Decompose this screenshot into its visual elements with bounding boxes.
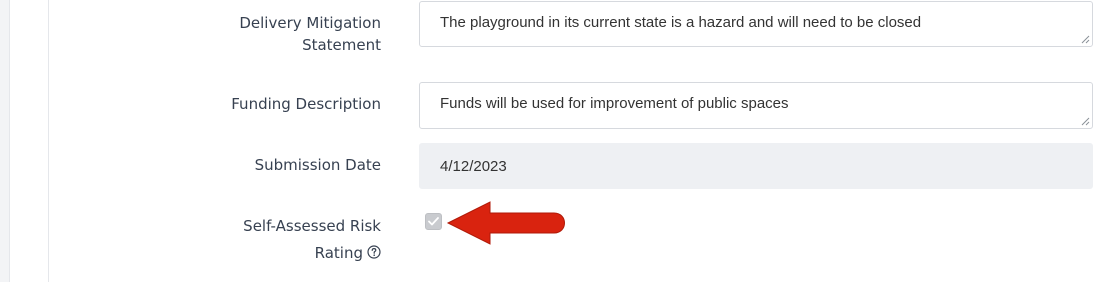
mitigation-label: Delivery Mitigation Statement <box>239 12 381 56</box>
funding-textarea[interactable]: Funds will be used for improvement of pu… <box>419 82 1093 129</box>
card-border <box>48 0 49 282</box>
form-page: Delivery Mitigation Statement The playgr… <box>0 0 1097 282</box>
mitigation-textarea[interactable]: The playground in its current state is a… <box>419 1 1093 47</box>
resize-grip-icon[interactable] <box>1080 116 1090 126</box>
mitigation-label-line1: Delivery Mitigation <box>239 14 381 32</box>
funding-label: Funding Description <box>231 95 381 113</box>
left-sidebar-edge <box>0 0 10 282</box>
mitigation-value: The playground in its current state is a… <box>440 14 922 31</box>
submission-date-value: 4/12/2023 <box>440 157 507 175</box>
risk-rating-label-line1: Self-Assessed Risk <box>243 217 381 235</box>
submission-date-field: 4/12/2023 <box>419 143 1093 189</box>
mitigation-label-line2: Statement <box>302 36 381 54</box>
funding-value: Funds will be used for improvement of pu… <box>440 95 789 112</box>
checkmark-icon <box>428 217 439 226</box>
risk-rating-checkbox[interactable] <box>425 213 442 230</box>
help-circle-icon[interactable] <box>367 245 381 259</box>
resize-grip-icon[interactable] <box>1080 34 1090 44</box>
left-arrow-icon <box>446 201 565 245</box>
risk-rating-label-line2: Rating <box>314 244 363 262</box>
submission-date-label: Submission Date <box>254 156 381 174</box>
risk-rating-label: Self-Assessed Risk Rating <box>243 213 381 267</box>
